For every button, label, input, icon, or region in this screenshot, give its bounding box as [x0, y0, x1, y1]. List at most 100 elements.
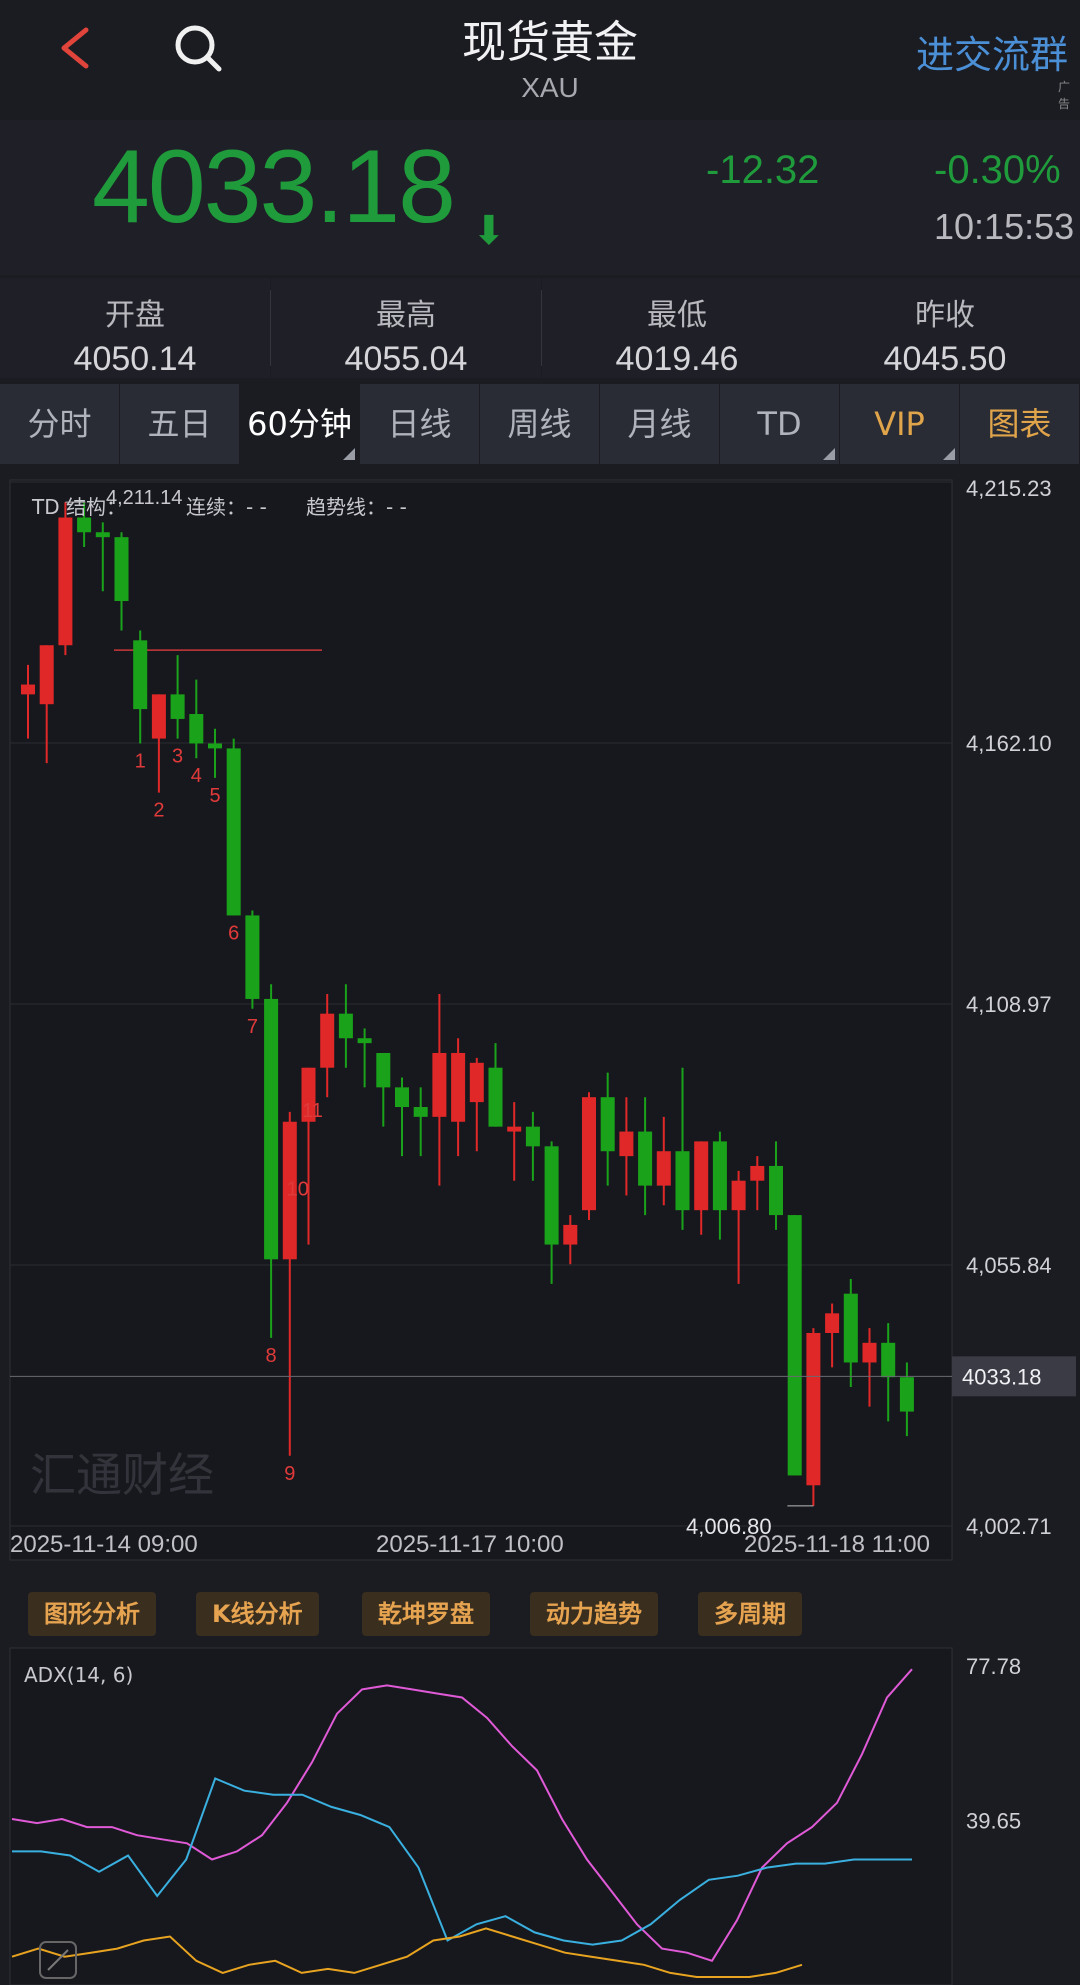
tool-kline-analysis[interactable]: K线分析: [196, 1592, 319, 1636]
candle-body: [245, 915, 260, 999]
candle-body: [675, 1151, 690, 1211]
tool-shape-analysis[interactable]: 图形分析: [28, 1592, 156, 1636]
candle-body: [357, 1038, 372, 1044]
page-subtitle: XAU: [521, 72, 579, 103]
candle-body: [525, 1126, 540, 1147]
candle-body: [769, 1165, 783, 1216]
candle-body: [133, 640, 148, 710]
legend-trend: 趋势线：- -: [306, 495, 407, 519]
candle-body: [787, 1215, 802, 1476]
stat-value: 4045.50: [883, 340, 1007, 378]
adx-chart[interactable]: ADX(14, 6) 77.78 39.65: [0, 1646, 1080, 1985]
candle-body: [694, 1141, 709, 1211]
candle-body: [825, 1313, 840, 1333]
candle-body: [469, 1062, 484, 1103]
tool-compass[interactable]: 乾坤罗盘: [362, 1592, 490, 1636]
candle-body: [638, 1131, 653, 1186]
adx-y-tick-label: 77.78: [966, 1654, 1021, 1679]
td-count-label: 6: [228, 922, 239, 944]
candle-body: [189, 714, 204, 744]
candle-body: [39, 645, 54, 705]
tool-multi-period[interactable]: 多周期: [698, 1592, 802, 1636]
candle-body: [544, 1146, 559, 1245]
candle-body: [507, 1126, 522, 1132]
adx-title: ADX(14, 6): [24, 1663, 133, 1687]
candle-body: [600, 1097, 615, 1152]
adx-plot-area: [9, 1647, 953, 1985]
tab-monthly[interactable]: 月线: [600, 384, 720, 464]
candle-body: [77, 517, 92, 533]
tab-daily[interactable]: 日线: [360, 384, 480, 464]
candle-body: [376, 1052, 391, 1088]
candlestick-chart[interactable]: 汇通财经 1 2 345 6 7 8 9 10 11 4,215.23 4,162.10 4,108…: [0, 466, 1080, 1566]
stat-label: 最低: [647, 298, 707, 333]
candle-body: [806, 1332, 821, 1486]
period-tabs: 分时 五日 60分钟 日线 周线 月线 TD VIP 图表: [0, 384, 1080, 464]
td-count-label: 5: [209, 785, 220, 807]
candle-body: [208, 743, 222, 749]
tab-chart[interactable]: 图表: [960, 384, 1080, 464]
dropdown-corner-icon: [343, 448, 355, 460]
tab-vip[interactable]: VIP: [840, 384, 960, 464]
stat-low: 最低 4019.46: [542, 278, 812, 378]
x-tick-label: 2025-11-18 11:00: [744, 1531, 930, 1558]
price-change-percent: -0.30%: [934, 148, 1061, 192]
candle-body: [95, 532, 110, 538]
x-tick-label: 2025-11-14 09:00: [10, 1531, 198, 1558]
tab-five-day[interactable]: 五日: [120, 384, 240, 464]
stat-open: 开盘 4050.14: [0, 278, 270, 378]
candle-body: [151, 694, 166, 739]
candle-body: [226, 748, 241, 916]
stat-high: 最高 4055.04: [271, 278, 541, 378]
candle-body: [264, 998, 279, 1260]
td-count-label: 9: [284, 1463, 295, 1485]
candle-body: [432, 1052, 447, 1117]
dropdown-corner-icon: [823, 448, 835, 460]
tab-weekly[interactable]: 周线: [480, 384, 600, 464]
tab-intraday[interactable]: 分时: [0, 384, 120, 464]
candle-body: [881, 1342, 896, 1378]
price-change: -12.32: [706, 148, 820, 192]
stat-label: 开盘: [105, 298, 165, 333]
tab-label: TD: [757, 405, 802, 443]
candle-body: [619, 1131, 634, 1157]
candle-body: [451, 1052, 466, 1122]
stat-label: 最高: [376, 298, 436, 333]
candle-body: [338, 1013, 353, 1039]
join-group-link[interactable]: 进交流群: [916, 24, 1068, 79]
search-button[interactable]: [168, 18, 228, 78]
quote-time: 10:15:53: [934, 206, 1075, 247]
td-count-label: 1: [135, 750, 146, 772]
low-marker-label: 4,006.80: [686, 1514, 772, 1539]
td-count-label: 7: [247, 1016, 258, 1038]
back-arrow-icon: [61, 27, 89, 69]
tab-60min[interactable]: 60分钟: [240, 384, 360, 464]
tab-td[interactable]: TD: [720, 384, 840, 464]
down-arrow-icon: ⬇: [472, 208, 506, 254]
x-axis-labels: 2025-11-14 09:00 2025-11-17 10:00 2025-11-…: [10, 1531, 930, 1558]
y-tick-label: 4,002.71: [966, 1514, 1052, 1539]
candle-body: [58, 517, 73, 646]
candle-body: [899, 1377, 914, 1412]
candle-body: [170, 694, 185, 719]
td-count-label: 3: [172, 746, 183, 768]
current-price-tag: 4033.18: [962, 1364, 1042, 1389]
ad-label: 广告: [1058, 80, 1071, 111]
watermark: 汇通财经: [30, 1448, 214, 1502]
y-tick-label: 4,215.23: [966, 476, 1052, 501]
candle-body: [862, 1342, 877, 1363]
legend-continuous: 连续：- -: [186, 495, 267, 519]
stat-value: 4050.14: [73, 340, 197, 378]
candle-body: [413, 1107, 428, 1117]
current-price: 4033.18: [92, 129, 456, 245]
back-button[interactable]: [48, 18, 108, 78]
td-count-label: 4: [191, 765, 202, 787]
y-tick-label: 4,162.10: [966, 731, 1052, 756]
td-count-label: 2: [153, 800, 164, 822]
candle-body: [750, 1165, 765, 1181]
td-count-label: 8: [266, 1345, 277, 1367]
tool-momentum[interactable]: 动力趋势: [530, 1592, 658, 1636]
stat-label: 昨收: [915, 298, 975, 333]
stat-value: 4055.04: [344, 340, 468, 378]
candle-body: [320, 1013, 335, 1068]
